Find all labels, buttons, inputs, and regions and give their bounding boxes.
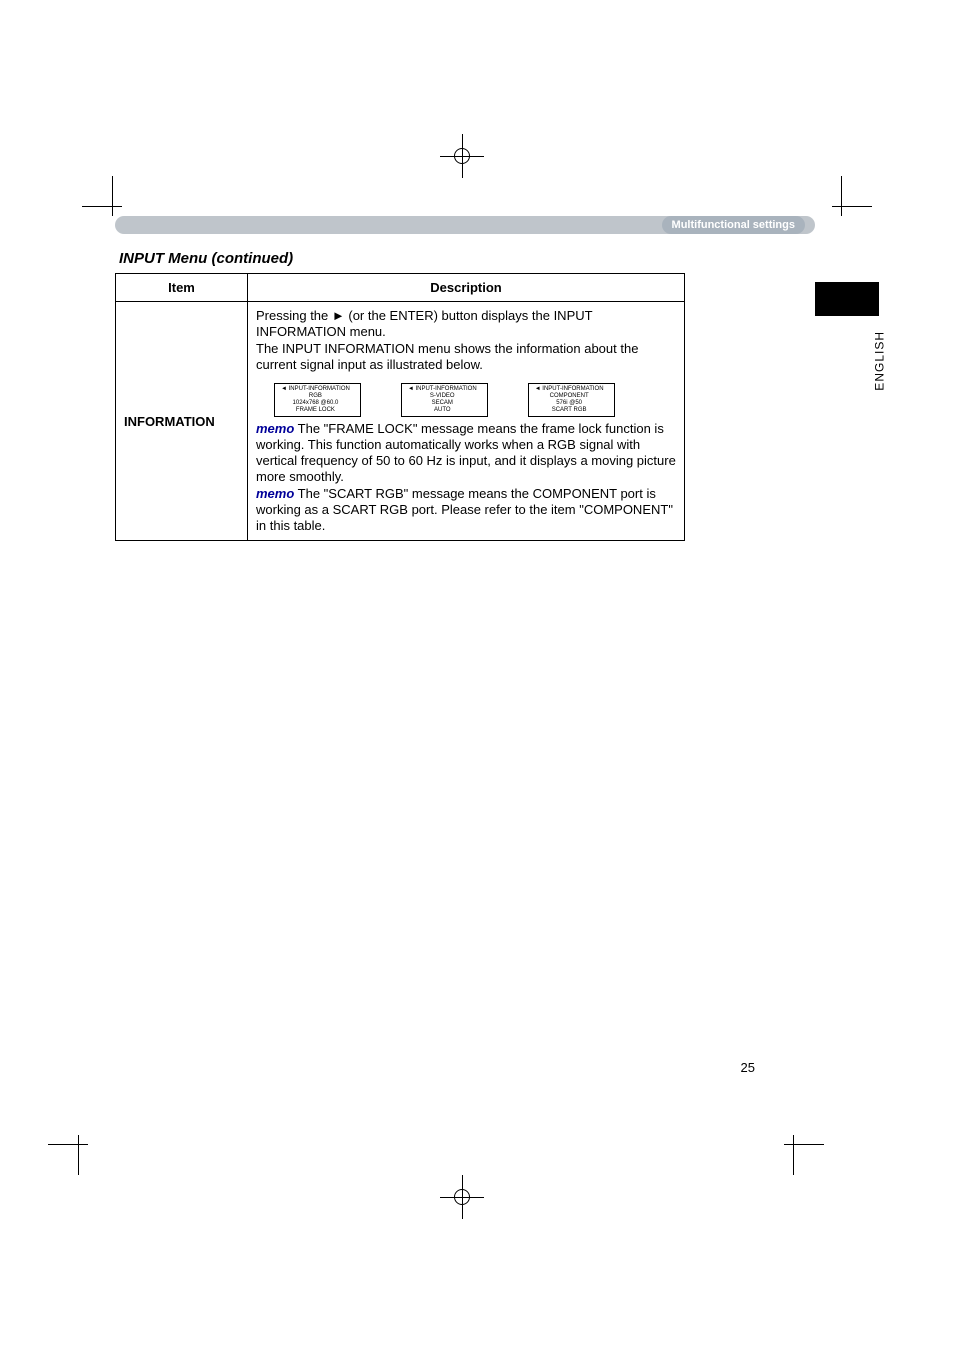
page-title: INPUT Menu (continued) <box>119 250 815 267</box>
osd-header: INPUT-INFORMATION <box>414 386 477 392</box>
osd-line: 1024x768 @60.0 <box>281 400 350 407</box>
osd-illustration-svideo: ◄ INPUT-INFORMATION S-VIDEO SECAM AUTO <box>401 383 488 417</box>
col-description: Description <box>248 274 685 302</box>
page-content: Multifunctional settings ENGLISH INPUT M… <box>115 216 815 541</box>
memo-label: memo <box>256 421 294 436</box>
osd-line: SCART RGB <box>535 407 604 414</box>
osd-header: INPUT-INFORMATION <box>287 386 350 392</box>
language-label: ENGLISH <box>873 331 887 391</box>
osd-illustration-component: ◄ INPUT-INFORMATION COMPONENT 576i @50 S… <box>528 383 615 417</box>
osd-line: 576i @50 <box>535 400 604 407</box>
header-bar: Multifunctional settings <box>115 216 815 234</box>
osd-illustration-rgb: ◄ INPUT-INFORMATION RGB 1024x768 @60.0 F… <box>274 383 361 417</box>
table-header-row: Item Description <box>116 274 685 302</box>
section-chip: Multifunctional settings <box>662 216 805 234</box>
desc-text-1a: Pressing the <box>256 308 332 323</box>
osd-line: COMPONENT <box>535 393 604 400</box>
crop-mark-tl <box>52 146 122 216</box>
table-row: INFORMATION Pressing the ► (or the ENTER… <box>116 302 685 541</box>
osd-header: INPUT-INFORMATION <box>541 386 604 392</box>
registration-mark-bottom <box>440 1175 484 1219</box>
osd-line: AUTO <box>408 407 477 414</box>
illustration-row: ◄ INPUT-INFORMATION RGB 1024x768 @60.0 F… <box>274 383 676 417</box>
osd-line: FRAME LOCK <box>281 407 350 414</box>
input-menu-table: Item Description INFORMATION Pressing th… <box>115 273 685 541</box>
play-icon: ► <box>332 308 345 323</box>
registration-mark-top <box>440 134 484 178</box>
osd-line: RGB <box>281 393 350 400</box>
osd-line: SECAM <box>408 400 477 407</box>
desc-para-2: The INPUT INFORMATION menu shows the inf… <box>256 341 676 374</box>
crop-mark-bl <box>18 1135 88 1205</box>
page-number: 25 <box>741 1060 755 1075</box>
col-item: Item <box>116 274 248 302</box>
memo-para-2: memo The "SCART RGB" message means the C… <box>256 486 676 535</box>
osd-line: S-VIDEO <box>408 393 477 400</box>
memo-text-1: The "FRAME LOCK" message means the frame… <box>256 421 676 485</box>
crop-mark-tr <box>832 146 902 216</box>
memo-text-2: The "SCART RGB" message means the COMPON… <box>256 486 673 534</box>
desc-para-1: Pressing the ► (or the ENTER) button dis… <box>256 308 676 341</box>
side-tab-black <box>815 282 879 316</box>
description-cell: Pressing the ► (or the ENTER) button dis… <box>248 302 685 541</box>
memo-para-1: memo The "FRAME LOCK" message means the … <box>256 421 676 486</box>
crop-mark-br <box>784 1135 854 1205</box>
memo-label: memo <box>256 486 294 501</box>
item-cell-information: INFORMATION <box>116 302 248 541</box>
